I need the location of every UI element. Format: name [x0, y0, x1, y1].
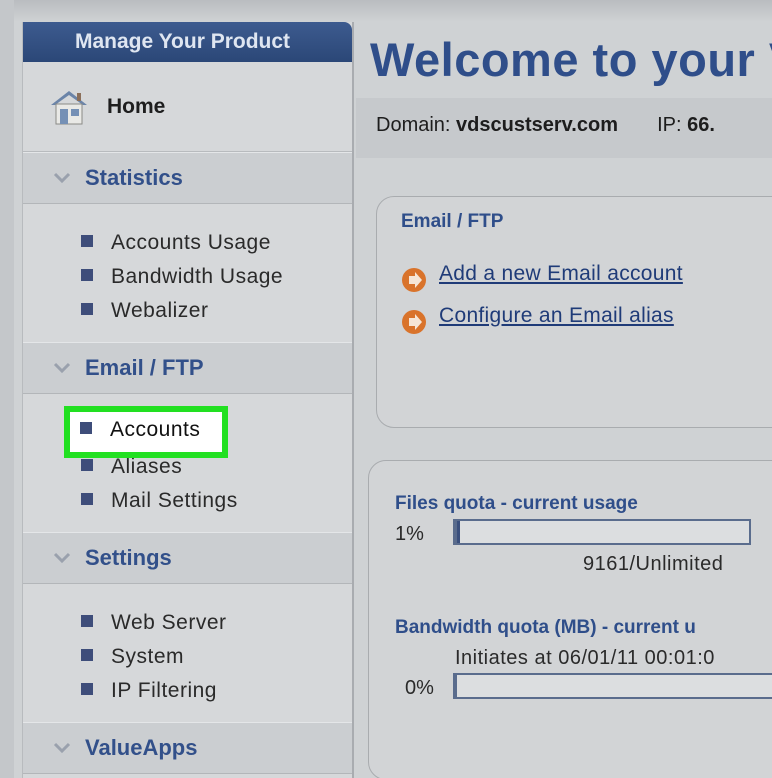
add-email-account-link[interactable]: Add a new Email account	[401, 261, 683, 292]
link-text[interactable]: Configure an Email alias	[439, 304, 674, 328]
bandwidth-quota-bar	[453, 673, 772, 699]
sidebar-item-label: Bandwidth Usage	[111, 265, 284, 288]
section-title: Email / FTP	[85, 355, 204, 380]
email-ftp-panel: Email / FTP Add a new Email account Conf…	[376, 196, 772, 428]
sidebar: Manage Your Product Home Statistics Acco…	[22, 22, 354, 778]
section-settings-items: Web Server System IP Filtering	[23, 584, 352, 722]
sidebar-item-label: Accounts	[110, 418, 201, 441]
domain-info: Domain: vdscustserv.com IP: 66.	[376, 114, 715, 137]
domain-value: vdscustserv.com	[456, 114, 618, 136]
sidebar-item-mail-settings[interactable]: Mail Settings	[23, 484, 352, 518]
sidebar-item-label: Accounts Usage	[111, 231, 271, 254]
files-quota-bar	[453, 519, 751, 545]
bandwidth-quota-percent: 0%	[405, 677, 434, 699]
files-quota-usage: 9161/Unlimited	[583, 553, 724, 575]
bullet-icon	[81, 649, 93, 661]
files-quota-title: Files quota - current usage	[395, 493, 638, 514]
chevron-down-icon	[53, 552, 71, 564]
bullet-icon	[81, 459, 93, 471]
sidebar-item-label: Webalizer	[111, 299, 209, 322]
sidebar-item-label: Web Server	[111, 611, 227, 634]
top-banner	[0, 0, 772, 22]
arrow-right-icon	[402, 268, 426, 292]
sidebar-item-web-server[interactable]: Web Server	[23, 606, 352, 640]
domain-label: Domain:	[376, 114, 451, 136]
bullet-icon	[81, 269, 93, 281]
bullet-icon	[81, 493, 93, 505]
arrow-right-icon	[402, 310, 426, 334]
chevron-down-icon	[53, 172, 71, 184]
bullet-icon	[81, 683, 93, 695]
bandwidth-quota-title: Bandwidth quota (MB) - current u	[395, 617, 696, 638]
chevron-down-icon	[53, 742, 71, 754]
page-title: Welcome to your V	[370, 33, 772, 86]
section-settings[interactable]: Settings	[23, 532, 352, 584]
sidebar-item-ip-filtering[interactable]: IP Filtering	[23, 674, 352, 708]
link-text[interactable]: Add a new Email account	[439, 262, 683, 286]
quota-panel: Files quota - current usage 1% 9161/Unli…	[368, 460, 772, 778]
sidebar-item-label: System	[111, 645, 185, 668]
bandwidth-initiates-text: Initiates at 06/01/11 00:01:0	[455, 647, 715, 669]
ip-value: 66.	[687, 114, 715, 136]
sidebar-item-label: IP Filtering	[111, 679, 217, 702]
sidebar-item-system[interactable]: System	[23, 640, 352, 674]
sidebar-header: Manage Your Product	[23, 22, 352, 62]
section-title: ValueApps	[85, 735, 198, 760]
sidebar-item-home[interactable]: Home	[23, 62, 352, 152]
files-quota-percent: 1%	[395, 523, 424, 545]
section-title: Statistics	[85, 165, 183, 190]
bullet-icon	[80, 422, 92, 434]
bullet-icon	[81, 303, 93, 315]
configure-email-alias-link[interactable]: Configure an Email alias	[401, 303, 674, 334]
sidebar-item-label: Mail Settings	[111, 489, 238, 512]
left-gutter	[0, 0, 14, 778]
panel-title: Email / FTP	[401, 211, 504, 232]
section-title: Settings	[85, 545, 172, 570]
section-valueapps[interactable]: ValueApps	[23, 722, 352, 774]
sidebar-item-label: Aliases	[111, 455, 183, 478]
sidebar-item-label: Home	[107, 94, 166, 118]
section-statistics[interactable]: Statistics	[23, 152, 352, 204]
section-statistics-items: Accounts Usage Bandwidth Usage Webalizer	[23, 204, 352, 342]
sidebar-item-bandwidth-usage[interactable]: Bandwidth Usage	[23, 260, 352, 294]
files-quota-fill	[457, 521, 460, 543]
chevron-down-icon	[53, 362, 71, 374]
ip-label: IP:	[657, 114, 682, 136]
bullet-icon	[81, 235, 93, 247]
sidebar-item-accounts[interactable]: Accounts	[80, 418, 200, 442]
sidebar-item-accounts-usage[interactable]: Accounts Usage	[23, 226, 352, 260]
main-content: Welcome to your V Domain: vdscustserv.co…	[356, 22, 772, 778]
bullet-icon	[81, 615, 93, 627]
section-email-ftp[interactable]: Email / FTP	[23, 342, 352, 394]
sidebar-item-webalizer[interactable]: Webalizer	[23, 294, 352, 328]
home-icon	[51, 90, 87, 124]
